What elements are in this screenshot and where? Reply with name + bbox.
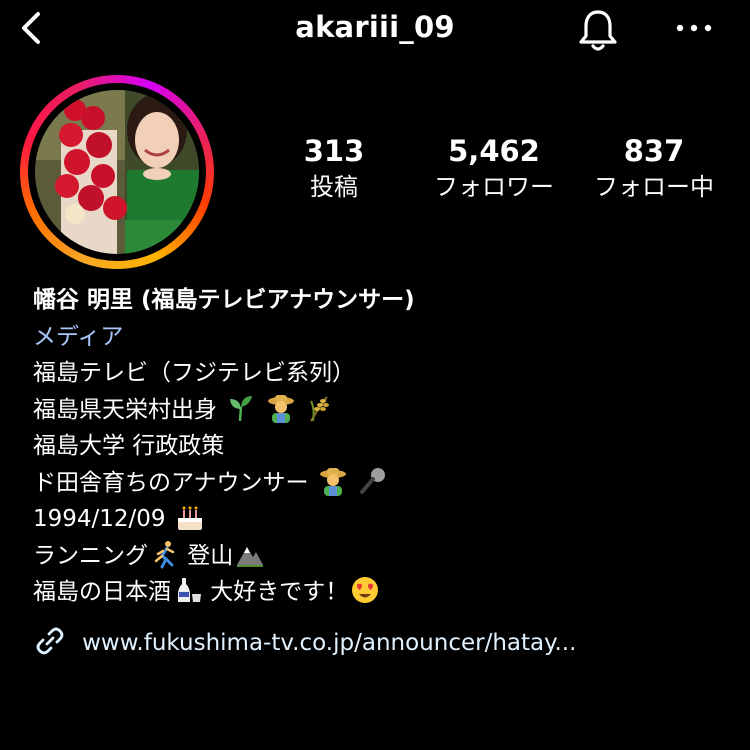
- bio-line-7: 福島の日本酒 大好きです！: [33, 574, 733, 611]
- microphone-emoji: [360, 467, 386, 494]
- bio-line-5: 1994/12/09: [33, 501, 733, 538]
- posts-stat[interactable]: 313 投稿: [249, 132, 419, 204]
- followers-count: 5,462: [448, 134, 540, 168]
- running-text: ランニング: [33, 542, 148, 569]
- bio-line-1: 福島テレビ（フジテレビ系列）: [33, 360, 355, 386]
- website-url: www.fukushima-tv.co.jp/announcer/hatay..…: [82, 630, 577, 656]
- story-ring[interactable]: [20, 75, 214, 269]
- posts-label: 投稿: [310, 173, 358, 201]
- followers-label: フォロワー: [434, 173, 554, 201]
- bio-line-4: ド田舎育ちのアナウンサー: [33, 465, 733, 502]
- bio-line-2-text: 福島県天栄村出身: [33, 396, 217, 423]
- bio-line-2: 福島県天栄村出身: [33, 392, 733, 429]
- top-bar: akariii_09: [0, 0, 750, 60]
- category-label: メディア: [33, 323, 124, 350]
- love-text: 大好きです！: [203, 579, 349, 605]
- bio-line-4-text: ド田舎育ちのアナウンサー: [33, 469, 309, 496]
- display-name: 幡谷 明里 (福島テレビアナウンサー): [33, 287, 415, 313]
- following-count: 837: [623, 134, 685, 168]
- more-options-button[interactable]: [672, 10, 716, 46]
- following-stat[interactable]: 837 フォロー中: [569, 132, 739, 204]
- profile-username: akariii_09: [295, 10, 455, 44]
- bell-icon: [579, 10, 617, 51]
- profile-photo: [35, 90, 199, 254]
- sake-emoji: [178, 578, 201, 602]
- bio-line-6: ランニング 登山: [33, 538, 733, 575]
- heart-eyes-emoji: [352, 577, 379, 603]
- farmer-emoji: [319, 467, 346, 496]
- bio-line-3: 福島大学 行政政策: [33, 433, 225, 459]
- website-link[interactable]: www.fukushima-tv.co.jp/announcer/hatay..…: [33, 624, 733, 664]
- sake-text: 福島の日本酒: [33, 579, 171, 605]
- link-icon: [36, 627, 64, 655]
- followers-stat[interactable]: 5,462 フォロワー: [409, 132, 579, 204]
- notifications-button[interactable]: [574, 6, 622, 54]
- following-label: フォロー中: [594, 173, 714, 201]
- posts-count: 313: [303, 134, 365, 168]
- profile-bio: 幡谷 明里 (福島テレビアナウンサー) メディア 福島テレビ（フジテレビ系列） …: [33, 282, 733, 611]
- rice-ear-emoji: [310, 395, 329, 421]
- seedling-emoji: [230, 395, 253, 421]
- more-horizontal-icon: [676, 24, 712, 32]
- avatar[interactable]: [35, 90, 199, 254]
- climbing-text: 登山: [180, 542, 234, 569]
- mountain-emoji: [237, 546, 264, 567]
- farmer-emoji: [267, 394, 294, 423]
- runner-emoji: [154, 540, 175, 568]
- birthday-cake-emoji: [177, 506, 202, 530]
- birthday-text: 1994/12/09: [33, 506, 166, 532]
